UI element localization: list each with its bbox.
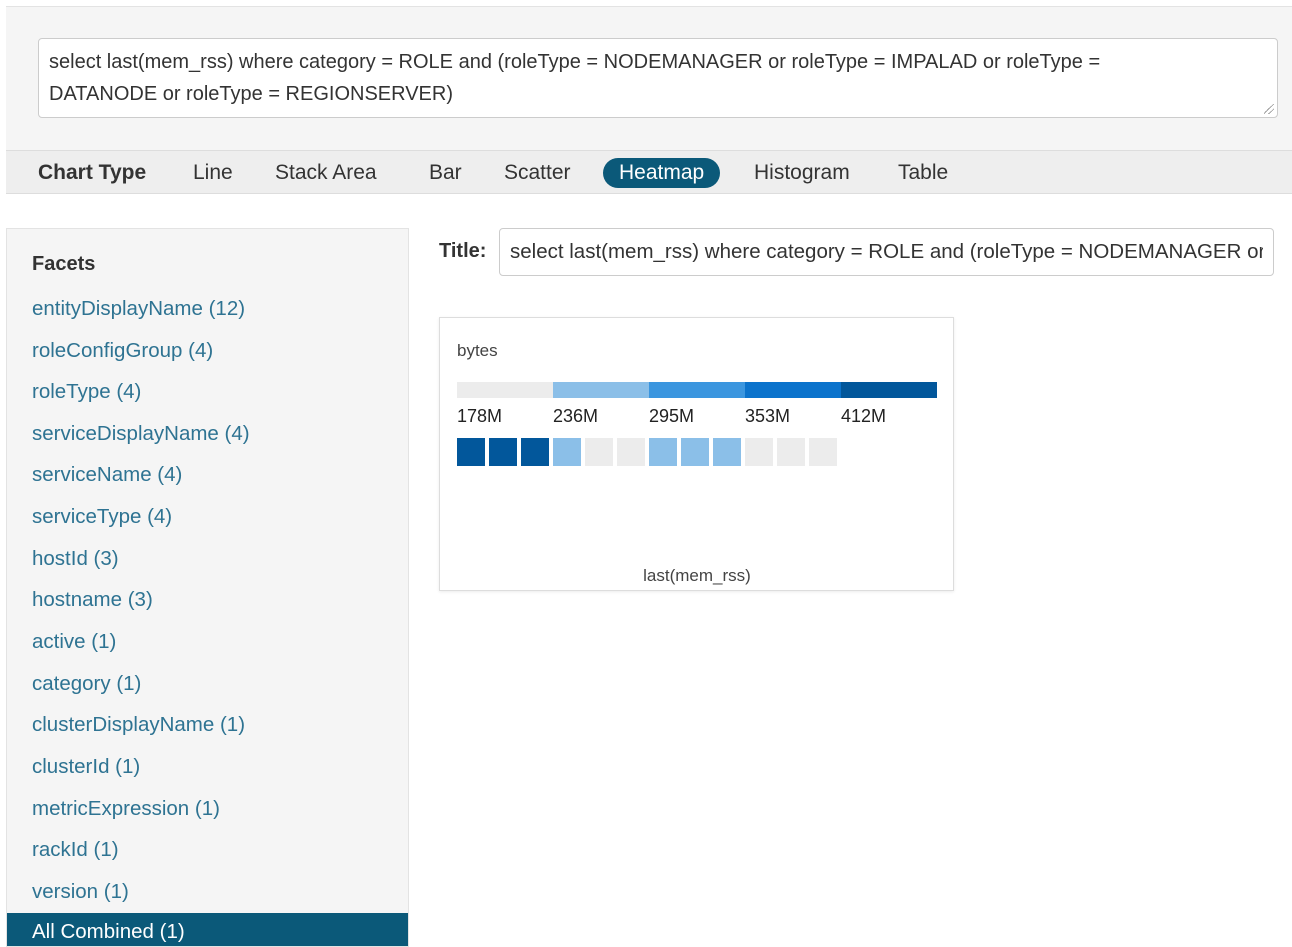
- facet-item[interactable]: hostname (3): [32, 588, 153, 612]
- facet-item[interactable]: metricExpression (1): [32, 797, 220, 821]
- facets-panel: Facets entityDisplayName (12) roleConfig…: [6, 228, 409, 947]
- legend-tick-label: 295M: [649, 406, 694, 426]
- tab-histogram[interactable]: Histogram: [738, 158, 866, 188]
- tab-table[interactable]: Table: [882, 158, 964, 188]
- title-input[interactable]: [499, 228, 1274, 276]
- heatmap-cell[interactable]: [681, 438, 709, 466]
- legend-color-1: [553, 382, 649, 398]
- query-line-2: DATANODE or roleType = REGIONSERVER): [49, 83, 453, 105]
- legend-color-3: [745, 382, 841, 398]
- facet-item[interactable]: category (1): [32, 672, 141, 696]
- legend-tick-label: 353M: [745, 406, 790, 426]
- heatmap-cell[interactable]: [777, 438, 805, 466]
- tab-stack-area[interactable]: Stack Area: [259, 158, 393, 188]
- heatmap-cell[interactable]: [457, 438, 485, 466]
- legend-tick-label: 412M: [841, 406, 886, 426]
- tab-line[interactable]: Line: [177, 158, 249, 188]
- legend-color-4: [841, 382, 937, 398]
- facet-item-selected[interactable]: All Combined (1): [7, 913, 408, 946]
- facet-item[interactable]: rackId (1): [32, 838, 119, 862]
- heatmap-cells: [457, 438, 837, 466]
- heatmap-cell[interactable]: [649, 438, 677, 466]
- query-textarea[interactable]: select last(mem_rss) where category = RO…: [38, 38, 1278, 118]
- heatmap-cell[interactable]: [713, 438, 741, 466]
- legend-color-0: [457, 382, 553, 398]
- heatmap-svg: bytes 178M 236M 295M 353M 412M last(mem_rss): [457, 341, 937, 585]
- facet-item[interactable]: roleConfigGroup (4): [32, 339, 213, 363]
- chart-type-toolbar: Chart Type Line Stack Area Bar Scatter H…: [6, 150, 1292, 194]
- chart-type-label: Chart Type: [38, 161, 147, 184]
- facet-item[interactable]: serviceType (4): [32, 505, 172, 529]
- facet-item[interactable]: active (1): [32, 630, 116, 654]
- tab-heatmap[interactable]: Heatmap: [603, 158, 721, 188]
- tab-scatter[interactable]: Scatter: [488, 158, 587, 188]
- legend-tick-label: 178M: [457, 406, 502, 426]
- facet-item[interactable]: entityDisplayName (12): [32, 297, 245, 321]
- heatmap-cell[interactable]: [553, 438, 581, 466]
- legend-color-2: [649, 382, 745, 398]
- heatmap-chart: bytes 178M 236M 295M 353M 412M last(mem_rss): [439, 317, 954, 591]
- facet-item[interactable]: hostId (3): [32, 547, 119, 571]
- facet-item[interactable]: serviceDisplayName (4): [32, 422, 250, 446]
- facet-item[interactable]: clusterDisplayName (1): [32, 713, 245, 737]
- heatmap-cell[interactable]: [489, 438, 517, 466]
- heatmap-cell[interactable]: [521, 438, 549, 466]
- resize-grip-icon[interactable]: [1264, 104, 1274, 114]
- color-legend: 178M 236M 295M 353M 412M: [457, 382, 937, 426]
- facet-item[interactable]: version (1): [32, 880, 129, 904]
- heatmap-cell[interactable]: [809, 438, 837, 466]
- unit-label: bytes: [457, 341, 498, 360]
- heatmap-cell[interactable]: [617, 438, 645, 466]
- facet-item[interactable]: serviceName (4): [32, 463, 182, 487]
- facet-item[interactable]: roleType (4): [32, 380, 141, 404]
- tab-bar[interactable]: Bar: [413, 158, 478, 188]
- title-label: Title:: [439, 240, 487, 262]
- query-panel: select last(mem_rss) where category = RO…: [6, 6, 1292, 151]
- heatmap-cell[interactable]: [745, 438, 773, 466]
- legend-tick-label: 236M: [553, 406, 598, 426]
- x-axis-label: last(mem_rss): [643, 566, 751, 585]
- facet-item[interactable]: clusterId (1): [32, 755, 140, 779]
- query-line-1: select last(mem_rss) where category = RO…: [49, 51, 1101, 73]
- heatmap-cell[interactable]: [585, 438, 613, 466]
- facets-title: Facets: [32, 253, 96, 275]
